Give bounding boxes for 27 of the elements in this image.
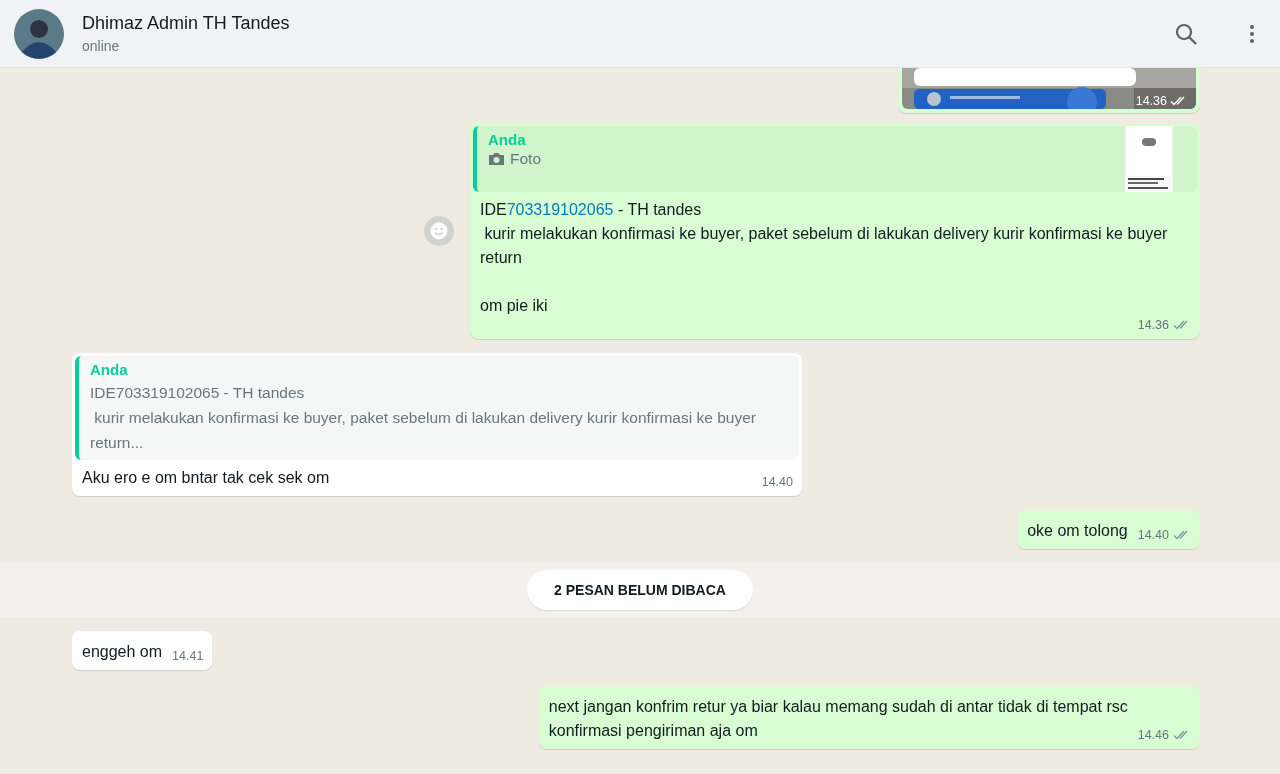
message-text: enggeh om [82, 642, 163, 662]
menu-icon [1250, 24, 1254, 43]
message-text: next jangan konfrim retur ya biar kalau memang sudah di antar tidak di tempat rsc konfirmasi pengiriman aja om [548, 697, 1128, 741]
quoted-message[interactable]: Anda Foto [473, 126, 1197, 192]
message-time: 14.36 [1137, 318, 1169, 332]
quote-author: Anda [488, 131, 527, 148]
search-icon [1174, 21, 1198, 46]
message-text: Aku ero e om bntar tak cek sek om [82, 468, 331, 488]
quoted-message[interactable]: Anda IDE703319102065 - TH tandes kurir melakukan konfirmasi ke buyer, paket sebelum di lakukan delivery kurir konfirmasi ke buyer return... [75, 356, 799, 460]
message-time: 14.36 [1135, 94, 1167, 108]
message-time: 14.40 [1137, 528, 1169, 542]
contact-status: online [82, 38, 121, 54]
contact-name: Dhimaz Admin TH Tandes [82, 13, 291, 34]
message-time: 14.40 [761, 475, 793, 489]
unread-messages-divider: 2 PESAN BELUM DIBACA [527, 570, 753, 610]
quote-text: Foto [510, 150, 541, 168]
message-text: oke om tolong [1027, 521, 1128, 541]
camera-icon [488, 152, 505, 166]
message-time: 14.46 [1137, 728, 1169, 742]
quote-text: IDE703319102065 - TH tandes kurir melakukan konfirmasi ke buyer, paket sebelum di lakukan delivery kurir konfirmasi ke buyer return... [90, 383, 757, 453]
message-text: IDE703319102065 - TH tandes kurir melakukan konfirmasi ke buyer, paket sebelum di lakukan delivery kurir konfirmasi ke buyer return om pie iki [480, 200, 1169, 316]
image-message-bubble[interactable]: 14.36 [898, 68, 1200, 113]
order-number-link[interactable]: 703319102065 [506, 201, 614, 218]
message-time: 14.41 [172, 649, 204, 663]
quote-author: Anda [90, 361, 129, 378]
contact-avatar[interactable] [14, 8, 64, 59]
smiley-icon [430, 222, 448, 240]
